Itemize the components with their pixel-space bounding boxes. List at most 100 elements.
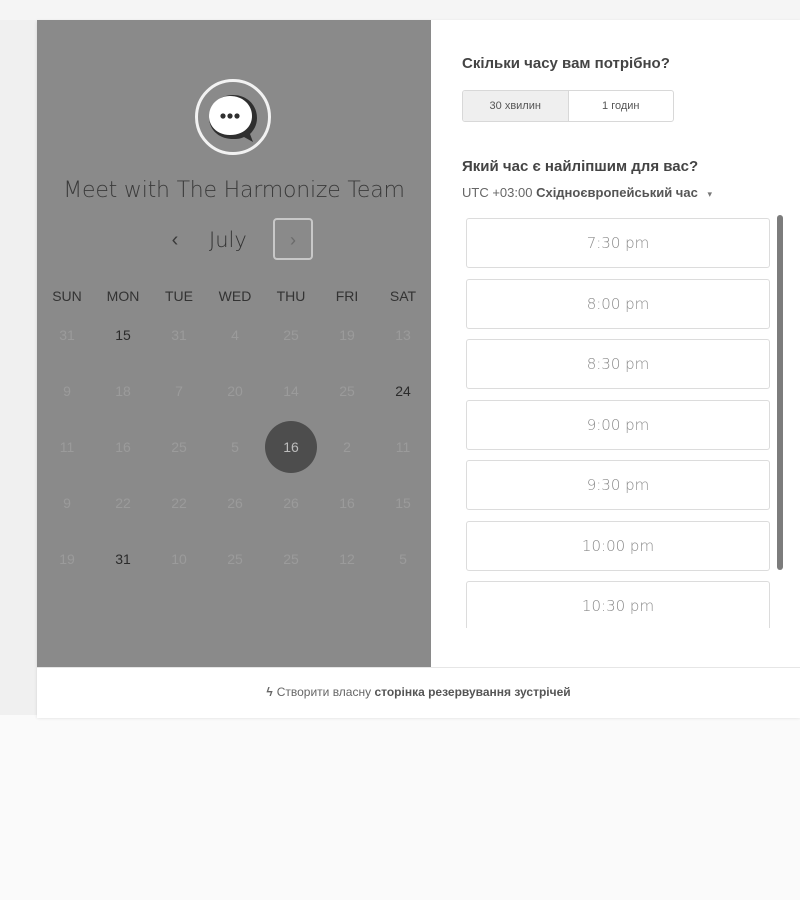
calendar-day: 13 [375, 307, 431, 363]
calendar-day: 25 [319, 363, 375, 419]
time-slot-button[interactable]: 8:30 pm [466, 339, 770, 389]
weekday-label: WED [218, 288, 252, 304]
calendar-day: 11 [39, 419, 95, 475]
calendar-day: 25 [263, 307, 319, 363]
calendar-day: 26 [207, 475, 263, 531]
calendar-day: 9 [39, 363, 95, 419]
hubspot-sprocket-icon: ϟ [266, 685, 273, 699]
calendar-day: 10 [151, 531, 207, 587]
calendar-day: 22 [95, 475, 151, 531]
calendar-day[interactable]: 15 [95, 307, 151, 363]
calendar-day-number: 19 [59, 551, 75, 567]
calendar-day-number: 20 [227, 383, 243, 399]
month-navigation: ‹ July › [37, 218, 431, 262]
calendar-day: 5 [375, 531, 431, 587]
calendar-day-number: 15 [115, 327, 131, 343]
calendar-day-number: 11 [59, 439, 75, 455]
timezone-dropdown[interactable]: UTC +03:00 Східноєвропейський час ▾ [462, 185, 712, 200]
weekday-label: SAT [389, 288, 417, 304]
calendar-day-number: 14 [283, 383, 299, 399]
calendar-day-number: 2 [343, 439, 351, 455]
time-slot-button[interactable]: 9:00 pm [466, 399, 770, 450]
calendar-day-number: 9 [63, 383, 71, 399]
duration-selector: 30 хвилин 1 годин [462, 90, 674, 122]
time-slot-list: 7:30 pm 8:00 pm 8:30 pm 9:00 pm 9:30 pm 10:00… [466, 218, 772, 628]
create-booking-page-link[interactable]: сторінка резервування зустрічей [374, 685, 570, 699]
footer: ϟ Створити власну сторінка резервування з… [37, 667, 800, 718]
chat-bubble-icon [195, 79, 271, 155]
chevron-left-icon[interactable]: ‹ [165, 226, 185, 254]
top-strip [0, 0, 800, 21]
calendar-day: 12 [319, 531, 375, 587]
calendar-day-number: 24 [395, 383, 411, 399]
weekday-label: MON [106, 288, 140, 304]
chevron-right-icon[interactable]: › [273, 218, 313, 260]
calendar-day-number: 7 [175, 383, 183, 399]
calendar-day: 20 [207, 363, 263, 419]
caret-down-icon: ▾ [707, 189, 712, 199]
calendar-day-number: 11 [395, 439, 411, 455]
calendar-day: 31 [151, 307, 207, 363]
calendar-day[interactable]: 24 [375, 363, 431, 419]
weekday-label: THU [276, 288, 306, 304]
calendar-day: 4 [207, 307, 263, 363]
calendar-day-number: 16 [283, 439, 299, 455]
calendar-day-number: 16 [115, 439, 131, 455]
calendar-day-number: 16 [339, 495, 355, 511]
page: Meet with The Harmonize Team ‹ July › SU… [0, 0, 800, 900]
calendar-day-number: 5 [399, 551, 407, 567]
calendar-day: 16 [95, 419, 151, 475]
calendar-day-number: 31 [59, 327, 75, 343]
calendar-day-number: 26 [283, 495, 299, 511]
weekday-header: SUN MON TUE WED THU FRI SAT [37, 288, 431, 306]
calendar-day: 19 [319, 307, 375, 363]
calendar-day: 26 [263, 475, 319, 531]
time-slot-button[interactable]: 10:00 pm [466, 520, 770, 571]
weekday-label: SUN [52, 288, 82, 304]
background-panel [0, 20, 37, 715]
host-title: Meet with The Harmonize Team [63, 178, 405, 203]
time-panel: Скільки часу вам потрібно? 30 хвилин 1 г… [431, 20, 800, 667]
calendar-day: 15 [375, 475, 431, 531]
time-question: Який час є найліпшим для вас? [462, 158, 699, 175]
calendar-day-number: 31 [115, 551, 131, 567]
calendar-day-number: 25 [283, 327, 299, 343]
calendar-day-number: 9 [63, 495, 71, 511]
calendar-day: 14 [263, 363, 319, 419]
time-slot-button[interactable]: 7:30 pm [466, 218, 770, 268]
duration-option-1-hour[interactable]: 1 годин [569, 91, 674, 121]
calendar-day-number: 18 [115, 383, 131, 399]
duration-option-30-min[interactable]: 30 хвилин [463, 91, 569, 121]
footer-prefix: Створити власну [276, 685, 372, 699]
calendar-day-number: 10 [171, 551, 187, 567]
calendar-day[interactable]: 31 [95, 531, 151, 587]
calendar-day-number: 13 [395, 327, 411, 343]
calendar-day-selected[interactable]: 16 [263, 419, 319, 475]
calendar-day: 16 [319, 475, 375, 531]
calendar-day: 5 [207, 419, 263, 475]
calendar-day: 7 [151, 363, 207, 419]
calendar-panel: Meet with The Harmonize Team ‹ July › SU… [37, 20, 431, 667]
booking-card: Meet with The Harmonize Team ‹ July › SU… [37, 20, 800, 718]
calendar-day: 25 [151, 419, 207, 475]
timezone-offset: UTC +03:00 [462, 185, 533, 200]
time-slot-button[interactable]: 10:30 pm [466, 581, 770, 628]
calendar-day-number: 4 [231, 327, 239, 343]
month-label: July [209, 228, 247, 252]
scrollbar[interactable] [777, 215, 783, 570]
calendar-day: 19 [39, 531, 95, 587]
timezone-name: Східноєвропейський час [536, 185, 698, 200]
calendar-day: 2 [319, 419, 375, 475]
calendar-day-number: 19 [339, 327, 355, 343]
time-slot-button[interactable]: 8:00 pm [466, 278, 770, 329]
calendar-day-number: 22 [171, 495, 187, 511]
calendar-day-number: 12 [339, 551, 355, 567]
calendar-day: 25 [207, 531, 263, 587]
weekday-label: FRI [335, 288, 359, 304]
calendar-day-number: 22 [115, 495, 131, 511]
calendar-day-number: 25 [171, 439, 187, 455]
time-slot-button[interactable]: 9:30 pm [466, 460, 770, 510]
calendar-day: 11 [375, 419, 431, 475]
calendar-day-number: 26 [227, 495, 243, 511]
calendar-day-number: 5 [231, 439, 239, 455]
